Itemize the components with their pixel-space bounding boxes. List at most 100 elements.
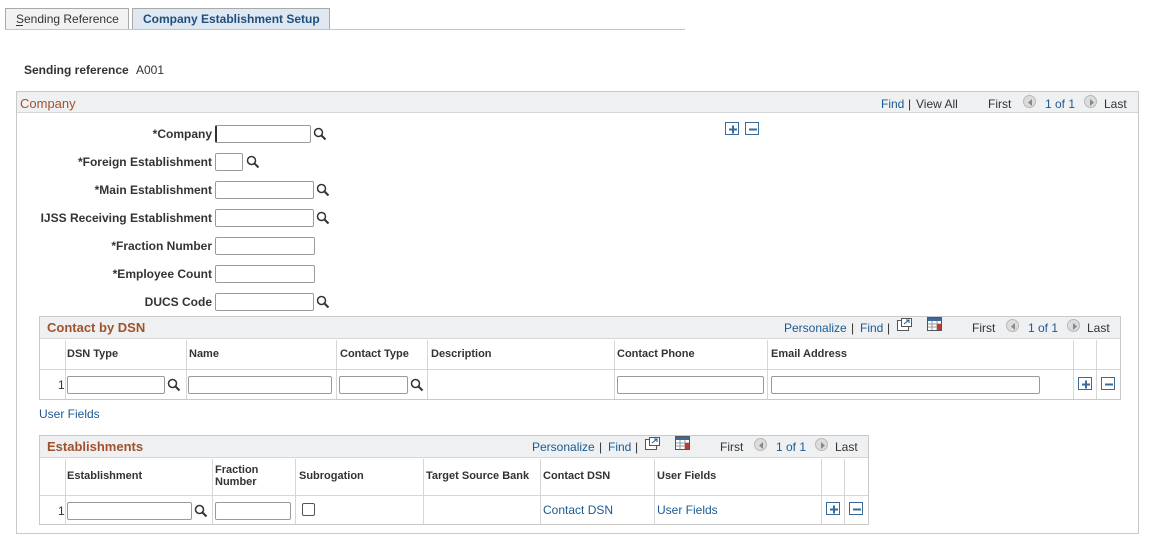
main-establishment-input[interactable] (215, 181, 314, 199)
contact-grid-row-count: 1 of 1 (1028, 321, 1059, 335)
establishments-col-fraction-number: Fraction Number (215, 464, 259, 488)
contact-dsn-link[interactable]: Contact DSN (543, 503, 613, 517)
contact-grid-download-icon[interactable] (927, 317, 942, 331)
contact-grid-prev-icon[interactable] (1006, 319, 1019, 332)
company-prev-icon[interactable] (1023, 95, 1036, 108)
establishments-col-user-fields: User Fields (657, 470, 717, 482)
ijss-receiving-establishment-lookup-icon[interactable] (316, 211, 330, 225)
company-first-label: First (988, 97, 1012, 111)
tab-company-establishment-setup-label: Company Establishment Setup (143, 12, 320, 26)
subrogation-checkbox[interactable] (302, 503, 315, 516)
contact-dsn-type-input[interactable] (67, 376, 165, 394)
establishments-first-label: First (720, 440, 744, 454)
establishments-row-count: 1 of 1 (776, 440, 807, 454)
establishments-divider (821, 459, 822, 524)
foreign-establishment-lookup-icon[interactable] (246, 155, 260, 169)
company-row-count: 1 of 1 (1045, 97, 1076, 111)
ducs-code-label: DUCS Code (144, 295, 212, 309)
fraction-number-input[interactable] (215, 237, 315, 255)
establishments-divider (654, 459, 655, 524)
contact-grid-divider (336, 340, 337, 399)
contact-add-row-icon[interactable] (1078, 377, 1092, 390)
establishments-delete-row-icon[interactable] (849, 502, 863, 515)
sending-reference-label: Sending reference (24, 63, 129, 77)
establishments-divider (295, 459, 296, 524)
contact-grid-divider (427, 340, 428, 399)
establishments-divider (212, 459, 213, 524)
ijss-receiving-establishment-input[interactable] (215, 209, 314, 227)
contact-type-lookup-icon[interactable] (410, 378, 424, 392)
establishment-user-fields-link[interactable]: User Fields (657, 503, 718, 517)
tab-sending-reference-label: Sending Reference (16, 12, 119, 26)
company-header-bar (17, 92, 1138, 113)
employee-count-label: *Employee Count (112, 267, 212, 281)
user-fields-link[interactable]: User Fields (39, 407, 100, 421)
establishments-last-label: Last (835, 440, 858, 454)
contact-grid-first-label: First (972, 321, 996, 335)
contact-grid-personalize-link[interactable]: Personalize (784, 321, 847, 335)
establishments-divider (540, 459, 541, 524)
tab-company-establishment-setup[interactable]: Company Establishment Setup (132, 8, 330, 30)
company-find-link[interactable]: Find (881, 97, 904, 111)
contact-col-dsn-type: DSN Type (67, 348, 119, 360)
contact-grid-separator: | (851, 321, 855, 335)
company-delete-row-icon[interactable] (745, 122, 759, 135)
company-view-all-link[interactable]: View All (916, 97, 958, 111)
main-establishment-lookup-icon[interactable] (316, 183, 330, 197)
company-section-title: Company (20, 96, 76, 111)
establishments-divider (844, 459, 845, 524)
contact-col-name: Name (189, 348, 219, 360)
establishments-row-number: 1 (58, 504, 65, 518)
ducs-code-lookup-icon[interactable] (316, 295, 330, 309)
company-lookup-icon[interactable] (313, 127, 327, 141)
tab-underline (5, 29, 685, 30)
contact-phone-input[interactable] (617, 376, 764, 394)
foreign-establishment-label: *Foreign Establishment (77, 155, 212, 169)
contact-email-input[interactable] (771, 376, 1040, 394)
establishments-find-link[interactable]: Find (608, 440, 631, 454)
contact-grid-header-bar (40, 317, 1120, 339)
contact-grid-divider (614, 340, 615, 399)
contact-grid-title: Contact by DSN (47, 320, 146, 335)
establishment-input[interactable] (67, 502, 192, 520)
establishments-col-establishment: Establishment (67, 470, 143, 482)
ducs-code-input[interactable] (215, 293, 314, 311)
establishments-col-target-source-bank: Target Source Bank (426, 470, 530, 482)
contact-grid-find-link[interactable]: Find (860, 321, 883, 335)
establishments-header-divider (40, 495, 868, 496)
establishment-fraction-number-input[interactable] (215, 502, 291, 520)
establishments-grid-title: Establishments (47, 439, 144, 454)
contact-col-email-address: Email Address (771, 348, 848, 360)
company-input[interactable] (215, 125, 311, 143)
contact-grid-last-label: Last (1087, 321, 1110, 335)
employee-count-input[interactable] (215, 265, 315, 283)
establishments-add-row-icon[interactable] (826, 502, 840, 515)
company-add-row-icon[interactable] (725, 122, 739, 135)
contact-grid-divider (767, 340, 768, 399)
fraction-number-label: *Fraction Number (111, 239, 212, 253)
contact-name-input[interactable] (188, 376, 332, 394)
contact-type-input[interactable] (339, 376, 408, 394)
contact-grid-separator-2: | (887, 321, 891, 335)
establishments-personalize-link[interactable]: Personalize (532, 440, 595, 454)
establishments-next-icon[interactable] (815, 438, 828, 451)
contact-grid-divider (1073, 340, 1074, 399)
establishments-download-icon[interactable] (675, 436, 690, 450)
foreign-establishment-input[interactable] (215, 153, 243, 171)
establishments-prev-icon[interactable] (754, 438, 767, 451)
company-next-icon[interactable] (1084, 95, 1097, 108)
contact-row-number: 1 (58, 378, 65, 392)
contact-col-description: Description (431, 348, 492, 360)
establishments-col-subrogation: Subrogation (299, 470, 364, 482)
contact-grid-new-window-icon[interactable] (897, 318, 912, 331)
contact-delete-row-icon[interactable] (1101, 377, 1115, 390)
contact-grid-next-icon[interactable] (1067, 319, 1080, 332)
establishments-new-window-icon[interactable] (645, 437, 660, 450)
establishments-divider (423, 459, 424, 524)
contact-dsn-type-lookup-icon[interactable] (167, 378, 181, 392)
sending-reference-value: A001 (136, 63, 165, 77)
company-last-label: Last (1104, 97, 1127, 111)
establishment-lookup-icon[interactable] (194, 504, 208, 518)
contact-grid-divider (65, 340, 66, 399)
tab-sending-reference[interactable]: Sending Reference (5, 8, 129, 29)
